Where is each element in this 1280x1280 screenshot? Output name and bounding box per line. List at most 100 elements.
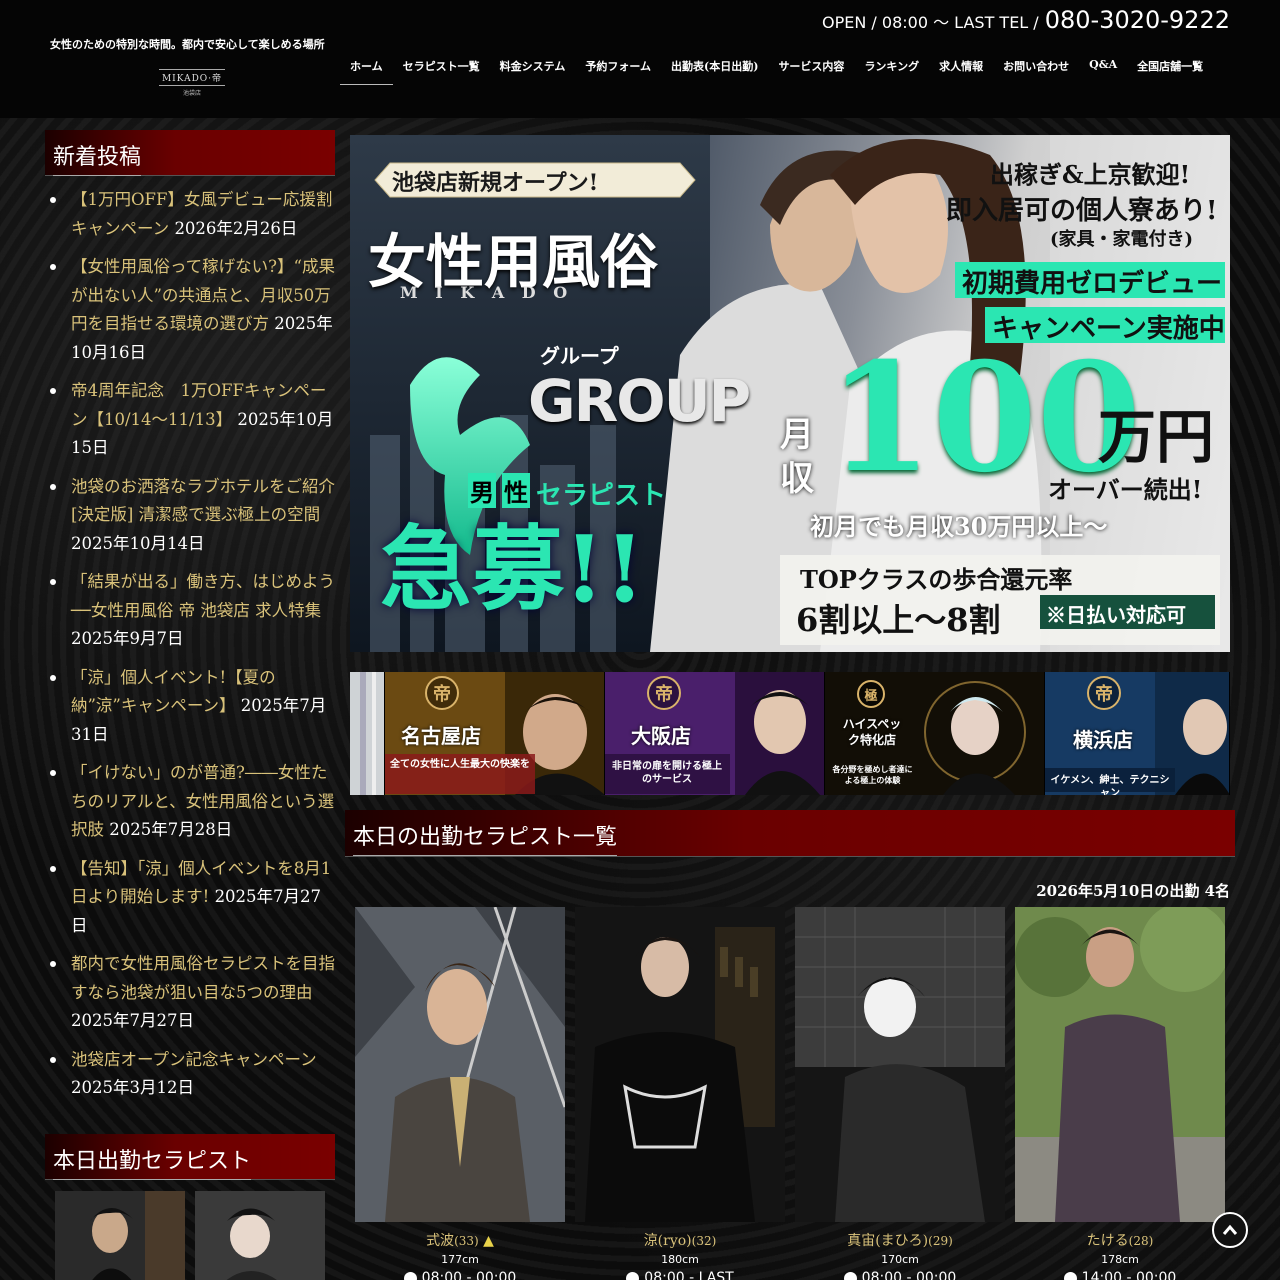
nav-item-pricing[interactable]: 料金システム [490, 52, 576, 85]
store-name: 横浜店 [1073, 728, 1133, 752]
therapist-shift: 08:00 - 00:00 [355, 1270, 565, 1280]
banner-income-label-1: 月 [780, 415, 814, 455]
therapist-thumb[interactable] [195, 1191, 325, 1280]
post-date: 2025年7月27日 [71, 1011, 194, 1030]
therapist-name: 式波(33) ▲ [426, 1233, 494, 1249]
nav-item-schedule[interactable]: 出勤表(本日出勤) [661, 52, 768, 85]
post-date: 2025年7月28日 [109, 820, 233, 839]
today-count: 2026年5月10日の出勤 4名 [1036, 880, 1230, 901]
post-link[interactable]: 池袋のお洒落なラブホテルをご紹介[決定版] 清潔感で選ぶ極上の空間 [71, 477, 335, 525]
list-item: 「涼」個人イベント!【夏の納”涼”キャンペーン】 2025年7月31日 [45, 664, 335, 750]
banner-first-month: 初月でも月収30万円以上〜 [810, 512, 1108, 541]
therapist-height: 177cm [441, 1253, 479, 1266]
therapist-cards: 式波(33) ▲ 177cm 08:00 - 00:00 涼(ryo)(32) … [355, 907, 1225, 1280]
site-tagline: 女性のための特別な時間。都内で安心して楽しめる場所 [50, 38, 325, 51]
nav-item-recruit[interactable]: 求人情報 [929, 52, 993, 85]
clock-icon [626, 1271, 640, 1280]
therapist-shift: 08:00 - 00:00 [795, 1270, 1005, 1280]
sidebar-therapist-thumbs [55, 1191, 325, 1280]
today-count-value: 4名 [1204, 882, 1230, 900]
banner-brand-en: M I K A D O [400, 283, 574, 302]
today-therapists-title: 本日出勤セラピスト [53, 1143, 252, 1180]
store-links: 帝 名古屋店 全ての女性に人生最大の快楽を 帝 大阪店 非日常の扉を開ける極上の… [350, 672, 1230, 795]
banner-urgent: 急募!! [380, 515, 645, 623]
therapist-photo [1015, 907, 1225, 1222]
therapist-photo [355, 907, 565, 1222]
banner-income-label-2: 収 [780, 459, 814, 499]
post-link[interactable]: 都内で女性用風俗セラピストを目指すなら池袋が狙い目な5つの理由 [71, 954, 335, 1002]
today-schedule-title: 本日の出勤セラピスト一覧 [353, 819, 618, 856]
store-banner-yokohama[interactable]: 帝 横浜店 イケメン、紳士、テクニシャン [1045, 672, 1230, 795]
therapist-card[interactable]: 式波(33) ▲ 177cm 08:00 - 00:00 [355, 907, 565, 1280]
therapist-shift: 08:00 - LAST [575, 1270, 785, 1280]
store-copy: 非日常の扉を開ける極上のサービス [612, 761, 722, 785]
clock-icon [1063, 1271, 1077, 1280]
banner-perk-2: 即入居可の個人寮あり! [946, 196, 1218, 226]
therapist-card[interactable]: たける(28) 178cm 14:00 - 00:00 [1015, 907, 1225, 1280]
banner-ribbon: 池袋店新規オープン! [392, 170, 599, 196]
store-banner-high-spec[interactable]: 極 ハイスペック特化店 各分野を極めし者達による極上の体験 [825, 672, 1045, 795]
store-partial-banner [350, 672, 385, 795]
recent-posts-list: 【1万円OFF】女風デビュー応援割キャンペーン 2026年2月26日 【女性用風… [45, 186, 335, 1113]
therapist-card[interactable]: 涼(ryo)(32) 180cm 08:00 - LAST [575, 907, 785, 1280]
store-name: 名古屋店 [401, 724, 481, 748]
clock-icon [843, 1271, 857, 1280]
therapist-shift: 14:00 - 00:00 [1015, 1270, 1225, 1280]
store-banner-nagoya[interactable]: 帝 名古屋店 全ての女性に人生最大の快楽を [385, 672, 605, 795]
therapist-age: (28) [1128, 1234, 1154, 1248]
nav-item-therapists[interactable]: セラピスト一覧 [393, 52, 490, 85]
nav-item-reservation[interactable]: 予約フォーム [575, 52, 661, 85]
nav-item-services[interactable]: サービス内容 [768, 52, 854, 85]
store-name: ハイスペック特化店 [842, 717, 902, 747]
therapist-height: 170cm [881, 1253, 919, 1266]
list-item: 「結果が出る」働き方、はじめよう──女性用風俗 帝 池袋店 求人特集 2025年… [45, 568, 335, 654]
store-banner-osaka[interactable]: 帝 大阪店 非日常の扉を開ける極上のサービス [605, 672, 825, 795]
post-date: 2026年2月26日 [174, 218, 298, 238]
store-copy: 全ての女性に人生最大の快楽を [390, 759, 530, 770]
store-copy: イケメン、紳士、テクニシャン [1050, 775, 1170, 795]
therapist-age: (33) [454, 1234, 479, 1248]
site-header: 女性のための特別な時間。都内で安心して楽しめる場所 MIKADO·帝 池袋店 O… [0, 0, 1280, 118]
today-count-label: の出勤 [1154, 882, 1200, 900]
nav-item-ranking[interactable]: ランキング [854, 52, 929, 85]
recruit-banner[interactable]: 池袋店新規オープン! 女性用風俗 M I K A D O グループ GROUP … [350, 135, 1230, 652]
post-date: 2025年3月12日 [71, 1078, 194, 1097]
nav-item-faq[interactable]: Q&A [1079, 52, 1127, 85]
banner-rate-2: 6割以上〜8割 [796, 601, 1001, 639]
banner-rate-1: TOPクラスの歩合還元率 [800, 565, 1073, 594]
list-item: 池袋店オープン記念キャンペーン 2025年3月12日 [45, 1046, 335, 1103]
therapist-name: 真宙(まひろ)(29) [847, 1233, 953, 1249]
site-logo[interactable]: MIKADO·帝 池袋店 [158, 68, 226, 98]
therapist-card[interactable]: 真宙(まひろ)(29) 170cm 08:00 - 00:00 [795, 907, 1005, 1280]
scroll-to-top-button[interactable] [1212, 1212, 1248, 1248]
store-crest-icon: 極 [857, 680, 885, 708]
logo-subtext: 池袋店 [182, 90, 201, 97]
post-link[interactable]: 「結果が出る」働き方、はじめよう──女性用風俗 帝 池袋店 求人特集 [71, 572, 335, 620]
banner-income-unit: 万円 [1098, 403, 1215, 471]
business-hours: OPEN / 08:00 〜 LAST TEL / [822, 13, 1039, 32]
phone-number-link[interactable]: 080-3020-9222 [1045, 6, 1230, 34]
store-crest-icon: 帝 [425, 676, 459, 710]
therapist-photo [575, 907, 785, 1222]
nav-item-home[interactable]: ホーム [340, 52, 393, 85]
beginner-icon: ▲ [483, 1233, 494, 1249]
recent-posts-heading: 新着投稿 [45, 130, 335, 176]
post-date: 2025年10月14日 [71, 533, 205, 553]
therapist-thumb[interactable] [55, 1191, 185, 1280]
recent-posts-title: 新着投稿 [53, 139, 142, 176]
therapist-name: たける(28) [1086, 1233, 1154, 1249]
banner-perk-4: 初期費用ゼロデビュー [962, 269, 1223, 299]
contact-info: OPEN / 08:00 〜 LAST TEL / 080-3020-9222 [822, 6, 1230, 34]
list-item: 「イけない」のが普通?――女性たちのリアルと、女性用風俗という選択肢 2025年… [45, 759, 335, 845]
banner-rate-note: ※日払い対応可 [1046, 603, 1186, 627]
banner-income-tail: オーバー続出! [1048, 475, 1203, 504]
banner-group: GROUP [528, 367, 751, 435]
post-link[interactable]: 池袋店オープン記念キャンペーン [71, 1050, 317, 1069]
nav-item-stores[interactable]: 全国店舗一覧 [1127, 52, 1213, 85]
therapist-photo [795, 907, 1005, 1222]
nav-item-contact[interactable]: お問い合わせ [993, 52, 1079, 85]
store-crest-icon: 帝 [647, 676, 681, 710]
list-item: 【女性用風俗って稼げない?】“成果が出ない人”の共通点と、月収50万円を目指せる… [45, 253, 335, 367]
banner-perk-3: (家具・家電付き) [1050, 229, 1194, 250]
therapist-age: (29) [928, 1234, 953, 1248]
